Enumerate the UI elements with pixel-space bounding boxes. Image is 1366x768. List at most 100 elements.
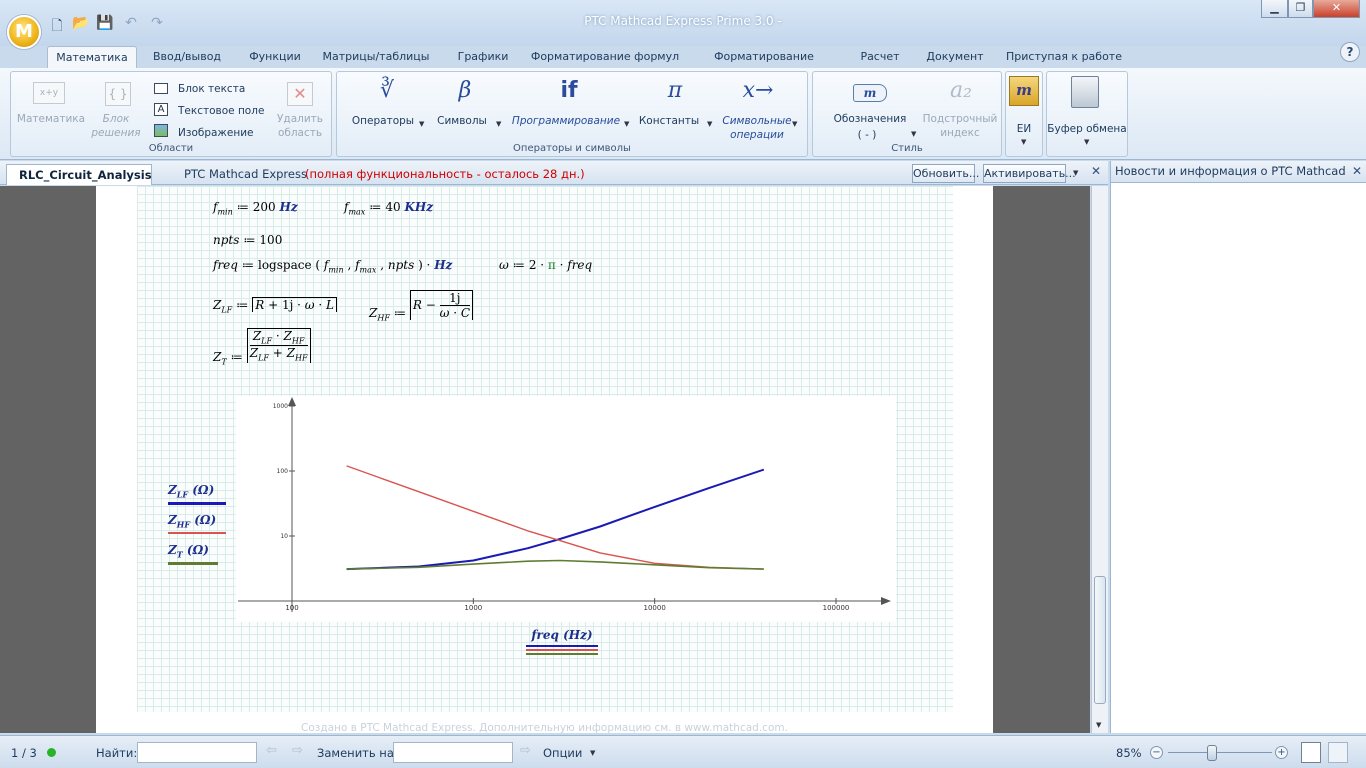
ribbon: x+y Математика { } Блок решения Блок тек…: [0, 68, 1366, 160]
document-tab[interactable]: RLC_Circuit_Analysis: [6, 164, 152, 185]
symbolic-arrow-icon: x→: [742, 78, 774, 103]
find-previous-icon[interactable]: ⇦: [266, 743, 277, 758]
image-icon: [154, 124, 168, 137]
text-field-button[interactable]: Текстовое поле: [178, 104, 264, 118]
y-tick-label: 100: [277, 468, 289, 475]
replace-icon[interactable]: ⇨: [520, 743, 531, 758]
programming-button[interactable]: Программирование: [511, 114, 621, 128]
units-button[interactable]: ЕИ: [1006, 122, 1042, 136]
npts-definition[interactable]: npts ≔ 100: [213, 233, 282, 247]
clipboard-icon: [1071, 76, 1099, 108]
operators-dropdown-icon[interactable]: ▼: [419, 120, 424, 128]
zoom-slider-thumb[interactable]: [1207, 745, 1217, 761]
programming-dropdown-icon[interactable]: ▼: [624, 120, 629, 128]
zt-definition[interactable]: ZT ≔ ZLF · ZHF ZLF + ZHF: [213, 328, 311, 366]
freq-definition[interactable]: freq ≔ logspace ( fmin , fmax , npts ) ·…: [213, 258, 452, 274]
trial-notice: (полная функциональность - осталось 28 д…: [305, 167, 585, 181]
close-document-icon[interactable]: ✕: [1091, 164, 1101, 178]
image-button[interactable]: Изображение: [178, 126, 254, 140]
y-tick-label: 10: [280, 533, 288, 540]
tab-document[interactable]: Документ: [922, 46, 988, 70]
symbolic-operations-button[interactable]: Символьные операции: [721, 114, 793, 142]
scroll-down-arrow-icon[interactable]: ▼: [1096, 721, 1101, 729]
options-button[interactable]: Опции: [543, 746, 582, 760]
delete-region-button[interactable]: Удалить область: [271, 112, 329, 140]
beta-symbol-icon: β: [458, 78, 472, 103]
text-field-icon: A: [154, 103, 168, 116]
x-tick-label: 10000: [644, 604, 666, 612]
math-button[interactable]: Математика: [15, 112, 87, 126]
clipboard-dropdown-icon[interactable]: ▼: [1084, 138, 1089, 146]
draft-view-icon[interactable]: [1328, 742, 1348, 763]
legend-zlf-swatch: [168, 502, 226, 506]
page-view-icon[interactable]: [1301, 742, 1321, 763]
scrollbar-thumb[interactable]: [1094, 576, 1106, 704]
close-button[interactable]: ✕: [1313, 0, 1360, 18]
tab-formula-format[interactable]: Форматирование формул: [530, 46, 680, 70]
tab-plots[interactable]: Графики: [450, 46, 516, 70]
operators-button[interactable]: Операторы: [345, 114, 421, 128]
symbols-dropdown-icon[interactable]: ▼: [496, 120, 501, 128]
options-dropdown-icon[interactable]: ▼: [590, 749, 595, 757]
vertical-scrollbar[interactable]: ▼: [1091, 186, 1108, 733]
fmax-definition[interactable]: fmax ≔ 40 KHz: [344, 200, 433, 216]
tab-math[interactable]: Математика: [47, 46, 137, 70]
maximize-button[interactable]: ❐: [1288, 0, 1313, 18]
units-dropdown-icon[interactable]: ▼: [1021, 138, 1026, 146]
minimize-button[interactable]: ▁: [1261, 0, 1288, 18]
plot-background: [236, 396, 896, 622]
replace-input[interactable]: [393, 742, 513, 763]
find-input[interactable]: [137, 742, 257, 763]
find-next-icon[interactable]: ⇨: [292, 743, 303, 758]
clipboard-button[interactable]: Буфер обмена: [1047, 122, 1127, 136]
text-block-button[interactable]: Блок текста: [178, 82, 245, 96]
tab-list-dropdown-icon[interactable]: ▼: [1073, 169, 1078, 177]
zlf-definition[interactable]: ZLF ≔ R + 1j · ω · L: [213, 297, 337, 314]
document-tab-bar: RLC_Circuit_Analysis PTC Mathcad Express…: [0, 161, 1108, 185]
labels-dropdown-icon[interactable]: ▼: [911, 130, 916, 138]
units-icon: m: [1009, 76, 1039, 106]
symbolic-dropdown-icon[interactable]: ▼: [792, 120, 797, 128]
regions-group: x+y Математика { } Блок решения Блок тек…: [10, 71, 332, 157]
replace-label: Заменить на:: [317, 746, 398, 760]
tab-text-format[interactable]: Форматирование текста: [694, 46, 834, 85]
page-counter: 1 / 3: [11, 746, 37, 760]
ribbon-tabs: Математика Ввод/вывод Функции Матрицы/та…: [0, 46, 1366, 85]
solve-block-icon: { }: [105, 82, 131, 106]
zoom-in-icon[interactable]: +: [1275, 746, 1288, 759]
fmin-definition[interactable]: fmin ≔ 200 Hz: [213, 200, 298, 216]
tab-functions[interactable]: Функции: [238, 46, 312, 70]
math-region-icon: x+y: [33, 82, 65, 104]
worksheet-footer: Создано в PTC Mathcad Express. Дополните…: [301, 722, 788, 734]
legend-zhf[interactable]: ZHF (Ω): [168, 513, 228, 535]
constants-button[interactable]: Константы: [637, 114, 701, 128]
constants-dropdown-icon[interactable]: ▼: [707, 120, 712, 128]
legend-zt[interactable]: ZT (Ω): [168, 543, 228, 566]
legend-zhf-swatch: [168, 532, 226, 535]
tab-getting-started[interactable]: Приступая к работе: [1004, 46, 1124, 70]
tab-calculation[interactable]: Расчет: [852, 46, 908, 70]
solve-block-button[interactable]: Блок решения: [91, 112, 141, 140]
impedance-plot[interactable]: 100 1000 10000 100000 1000 100 10: [236, 396, 896, 622]
text-block-icon: [154, 83, 168, 94]
title-bar: M 🗋 📂 💾 ↶ ↷ PTC Mathcad Express Prime 3.…: [0, 0, 1366, 49]
zoom-out-icon[interactable]: −: [1150, 746, 1163, 759]
status-bar: 1 / 3 Найти: ⇦ ⇨ Заменить на: ⇨ Опции ▼ …: [0, 735, 1366, 768]
zhf-definition[interactable]: ZHF ≔ R − 1j ω · C: [369, 290, 474, 322]
subscript-button[interactable]: Подстрочный индекс: [919, 112, 1001, 140]
activate-button[interactable]: Активировать...: [983, 164, 1076, 183]
tab-io[interactable]: Ввод/вывод: [140, 46, 234, 70]
symbols-button[interactable]: Символы: [433, 114, 491, 128]
update-button[interactable]: Обновить...: [912, 164, 979, 183]
omega-definition[interactable]: ω ≔ 2 · π · freq: [499, 258, 592, 272]
legend-zlf[interactable]: ZLF (Ω): [168, 483, 228, 506]
zoom-slider-track[interactable]: [1168, 752, 1272, 753]
labels-button[interactable]: Обозначения: [827, 112, 913, 126]
tab-matrices[interactable]: Матрицы/таблицы: [318, 46, 434, 70]
app-name-label: PTC Mathcad Express: [184, 167, 307, 181]
help-icon[interactable]: ?: [1340, 42, 1360, 62]
labels-value[interactable]: ( - ): [827, 128, 907, 142]
worksheet-page[interactable]: fmin ≔ 200 Hz fmax ≔ 40 KHz npts ≔ 100 f…: [96, 186, 993, 734]
close-news-panel-icon[interactable]: ✕: [1352, 164, 1362, 178]
x-axis-label[interactable]: freq (Hz): [526, 628, 598, 655]
